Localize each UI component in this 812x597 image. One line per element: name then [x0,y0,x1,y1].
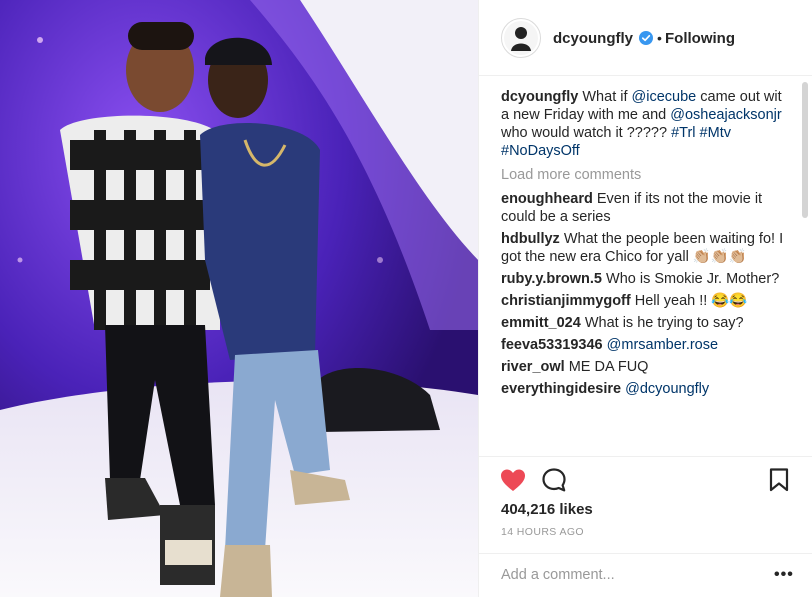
verified-badge-icon [639,31,653,45]
comment-username[interactable]: everythingidesire [501,381,621,397]
post-actions: 404,216 likes 14 HOURS AGO ••• [479,456,812,596]
comment-username[interactable]: enoughheard [501,191,593,207]
hashtag-link[interactable]: #Mtv [700,125,731,141]
more-options-button[interactable]: ••• [774,566,794,584]
mention-link[interactable]: @osheajacksonjr [670,107,781,123]
post-author-username[interactable]: dcyoungfly [553,30,633,47]
following-button[interactable]: Following [665,30,735,47]
comment-item: everythingidesire @dcyoungfly [501,380,793,398]
comment-item: feeva53319346 @mrsamber.rose [501,336,793,354]
comment-username[interactable]: feeva53319346 [501,337,603,353]
hashtag-link[interactable]: #Trl [671,125,695,141]
mention-link[interactable]: @icecube [632,89,697,105]
post-timestamp: 14 HOURS AGO [501,526,584,538]
comment-username[interactable]: emmitt_024 [501,315,581,331]
like-count[interactable]: 404,216 likes [501,501,593,518]
comment-item: hdbullyz What the people been waiting fo… [501,230,793,266]
avatar-image [504,21,538,55]
comment-text: What if [582,89,632,105]
post-photo[interactable] [0,0,478,597]
bookmark-icon[interactable] [768,467,790,493]
add-comment-bar: ••• [479,553,812,597]
comment-text: who would watch it ????? [501,125,672,141]
comment-item: enoughheard Even if its not the movie it… [501,190,793,226]
comment-text: Hell yeah !! 😂😂 [634,293,748,309]
comment-text: What is he trying to say? [584,315,744,331]
post-caption: dcyoungfly What if @icecube came out wit… [501,88,793,160]
post-header: dcyoungfly • Following [479,0,812,76]
comment-username[interactable]: hdbullyz [501,231,560,247]
comment-text: Who is Smokie Jr. Mother? [606,271,780,287]
heart-icon[interactable] [499,467,527,493]
mention-link[interactable]: @dcyoungfly [625,381,709,397]
comment-item: river_owl ME DA FUQ [501,358,793,376]
comments-scrollbar[interactable] [802,82,808,218]
comment-item: emmitt_024 What is he trying to say? [501,314,793,332]
add-comment-input[interactable] [501,565,761,585]
comment-username[interactable]: christianjimmygoff [501,293,631,309]
mention-link[interactable]: @mrsamber.rose [607,337,718,353]
comment-text: ME DA FUQ [568,359,649,375]
comment-username[interactable]: river_owl [501,359,565,375]
comment-username[interactable]: dcyoungfly [501,89,578,105]
post-photo-image [0,0,478,597]
comment-item: christianjimmygoff Hell yeah !! 😂😂 [501,292,793,310]
comment-icon[interactable] [541,467,567,493]
comment-username[interactable]: ruby.y.brown.5 [501,271,602,287]
hashtag-link[interactable]: #NoDaysOff [501,143,580,159]
post-side-panel: dcyoungfly • Following dcyoungfly What i… [478,0,812,597]
comment-item: ruby.y.brown.5 Who is Smokie Jr. Mother? [501,270,793,288]
separator-dot: • [657,30,662,46]
load-more-comments-button[interactable]: Load more comments [501,166,793,184]
avatar[interactable] [501,18,541,58]
comments-list: dcyoungfly What if @icecube came out wit… [501,88,793,454]
